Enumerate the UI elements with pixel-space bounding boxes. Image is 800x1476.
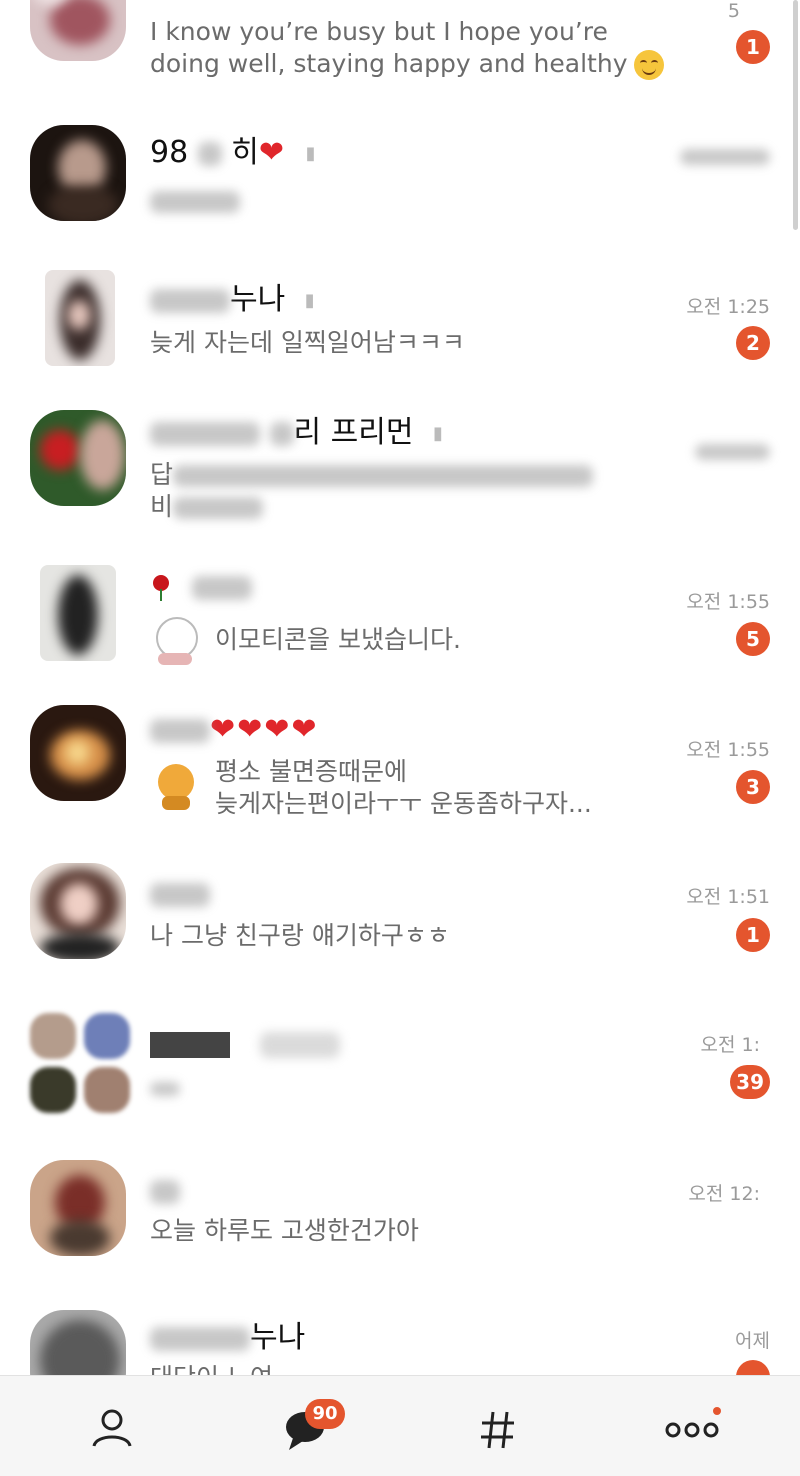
chat-name: 리 프리먼 ▮: [150, 415, 443, 452]
chat-preview: 답 비: [150, 459, 594, 523]
name-text: 리 프리먼: [293, 415, 414, 450]
chat-preview: 평소 불면증때문에 늦게자는편이라ㅜㅜ 운동좀하구자...: [215, 756, 592, 820]
preview-line: doing well, staying happy and healthy: [150, 49, 628, 78]
heart-icon: ❤: [258, 135, 287, 170]
scrollbar[interactable]: [793, 0, 798, 230]
chat-preview: [150, 185, 240, 217]
more-icon: [665, 1422, 719, 1438]
new-dot-indicator: [713, 1407, 721, 1415]
avatar: [30, 1160, 126, 1256]
sticker-thumbnail-icon: [150, 613, 202, 665]
chat-time: 5: [727, 0, 740, 22]
chat-list: I know you’re busy but I hope you’re doi…: [0, 0, 800, 1375]
chat-row[interactable]: 누나 대단이 느여 어제: [0, 1300, 800, 1375]
chat-time: [680, 145, 770, 167]
unread-badge: [736, 1360, 770, 1375]
chat-row[interactable]: 나 그냥 친구랑 얘기하구ㅎㅎ 오전 1:51 1: [0, 860, 800, 1000]
chat-preview: 오늘 하루도 고생한건가아: [150, 1216, 419, 1245]
chat-time: 어제: [735, 1330, 770, 1352]
chat-row[interactable]: 누나 ▮ 늦게 자는데 일찍일어남ㅋㅋㅋ 오전 1:25 2: [0, 250, 800, 390]
preview-line: 평소 불면증때문에: [215, 757, 407, 786]
chat-name: ❤❤❤❤: [150, 712, 319, 748]
chat-name: [150, 1026, 340, 1062]
unread-badge: 2: [736, 326, 770, 360]
preview-line: I know you’re busy but I hope you’re: [150, 17, 608, 46]
group-avatar: [30, 1013, 130, 1113]
chat-row[interactable]: 리 프리먼 ▮ 답 비: [0, 395, 800, 535]
tab-more[interactable]: [590, 1376, 790, 1476]
avatar: [30, 125, 126, 221]
name-text: 히: [231, 135, 259, 170]
chat-name: 누나 ▮: [150, 282, 315, 319]
avatar: [30, 863, 126, 959]
chat-preview: 대단이 느여: [150, 1362, 273, 1375]
preview-line: 늦게자는편이라ㅜㅜ 운동좀하구자...: [215, 789, 592, 818]
hash-icon: [481, 1411, 514, 1449]
chat-preview: 나 그냥 친구랑 얘기하구ㅎㅎ: [150, 921, 450, 950]
chat-name: [150, 876, 210, 912]
tab-friends[interactable]: [12, 1376, 212, 1476]
preview-line: 답: [150, 460, 174, 489]
chat-preview: [150, 1072, 180, 1104]
bottom-tab-bar: 90: [0, 1375, 800, 1476]
unread-total-badge: 90: [305, 1399, 345, 1429]
chat-time: 오전 1:: [700, 1034, 761, 1056]
unread-badge: 3: [736, 770, 770, 804]
chat-time: [695, 440, 770, 462]
chat-time: 오전 12:: [688, 1183, 760, 1205]
chat-name: 누나: [150, 1320, 305, 1356]
chat-row[interactable]: 오늘 하루도 고생한건가아 오전 12:: [0, 1155, 800, 1295]
chat-preview: 이모티콘을 보냈습니다.: [215, 625, 461, 654]
chat-time: 오전 1:51: [686, 886, 770, 908]
chat-name: [150, 1173, 180, 1209]
chat-name: 98 히❤ ▮: [150, 135, 315, 172]
avatar: [30, 705, 126, 801]
tab-openchat[interactable]: [398, 1376, 598, 1476]
unread-badge: 5: [736, 622, 770, 656]
preview-line: 비: [150, 492, 174, 521]
avatar: [45, 270, 115, 366]
chat-preview: 늦게 자는데 일찍일어남ㅋㅋㅋ: [150, 328, 465, 357]
sticker-thumbnail-icon: [150, 760, 202, 812]
name-text: 98: [150, 135, 189, 170]
avatar: [30, 0, 126, 61]
unread-badge: 1: [736, 30, 770, 64]
avatar: [30, 1310, 126, 1375]
unread-badge: 39: [730, 1065, 770, 1099]
chat-time: 오전 1:55: [686, 591, 770, 613]
name-text: 누나: [250, 1320, 306, 1355]
chat-row[interactable]: I know you’re busy but I hope you’re doi…: [0, 0, 800, 95]
chat-time: 오전 1:55: [686, 739, 770, 761]
chat-preview: I know you’re busy but I hope you’re doi…: [150, 16, 664, 80]
chat-row[interactable]: 이모티콘을 보냈습니다. 오전 1:55 5: [0, 555, 800, 695]
heart-icon: ❤❤❤❤: [210, 712, 319, 747]
chat-row[interactable]: 98 히❤ ▮: [0, 100, 800, 240]
rose-icon: [150, 574, 172, 601]
name-text: 누나: [230, 282, 286, 317]
chat-row[interactable]: ❤❤❤❤ 평소 불면증때문에 늦게자는편이라ㅜㅜ 운동좀하구자... 오전 1:…: [0, 700, 800, 840]
unread-badge: 1: [736, 918, 770, 952]
chat-name: [150, 569, 252, 605]
person-icon: [92, 1409, 132, 1447]
pin-icon: ▮: [305, 142, 316, 164]
smiling-face-icon: [633, 50, 664, 80]
avatar: [40, 565, 116, 661]
chat-row[interactable]: 오전 1: 39: [0, 1008, 800, 1148]
pin-icon: ▮: [433, 422, 443, 444]
pin-icon: ▮: [304, 289, 315, 311]
avatar: [30, 410, 126, 506]
tab-chats[interactable]: 90: [205, 1376, 405, 1476]
chat-time: 오전 1:25: [686, 296, 770, 318]
